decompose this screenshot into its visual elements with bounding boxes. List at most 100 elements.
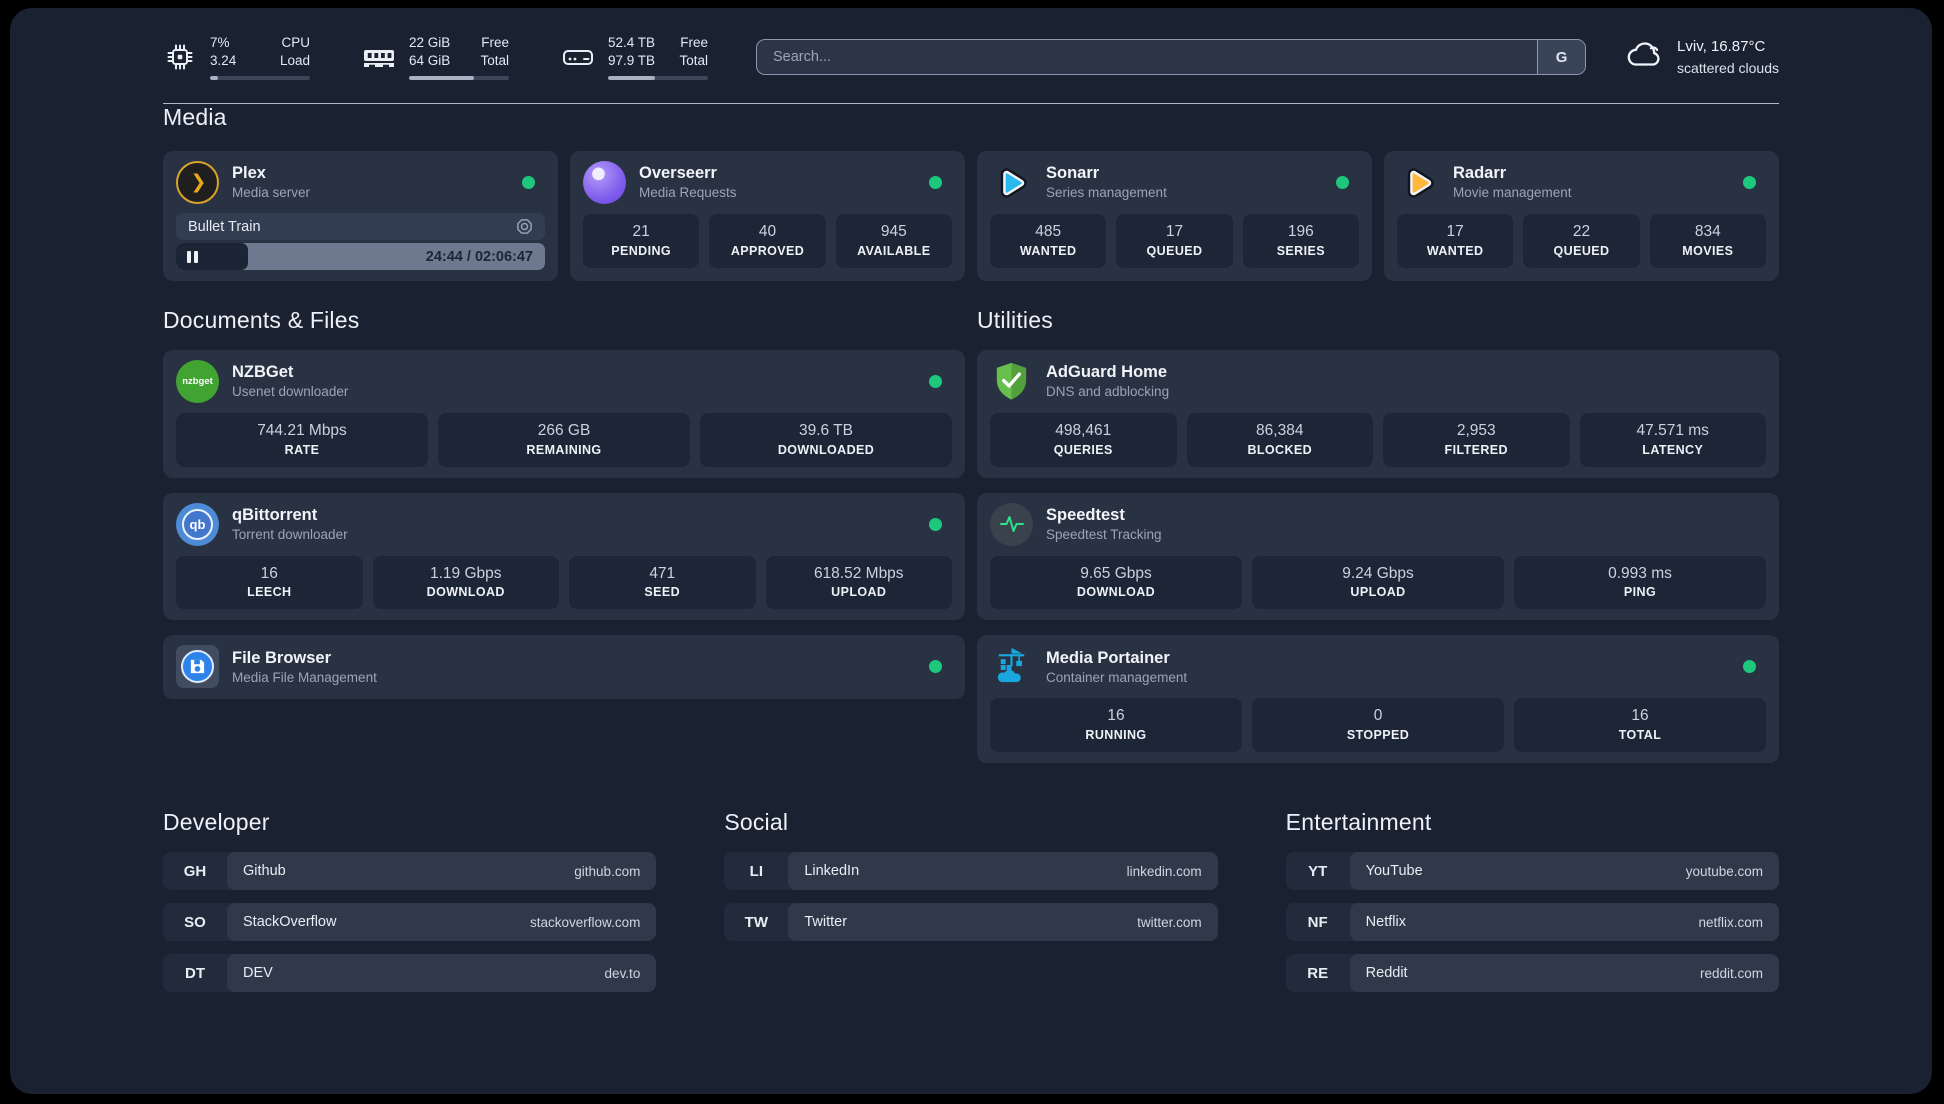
cpu-label: CPU xyxy=(281,35,310,50)
stat-latency: 47.571 ms LATENCY xyxy=(1579,413,1766,467)
playback-time: 24:44 / 02:06:47 xyxy=(425,248,533,265)
app-description: Container management xyxy=(1046,669,1188,685)
stat-leech: 16 LEECH xyxy=(176,555,363,610)
app-description: Media Requests xyxy=(639,185,737,201)
link-dev-to[interactable]: DT DEV dev.to xyxy=(163,954,657,992)
stat-upload: 618.52 Mbps UPLOAD xyxy=(765,555,952,610)
stat-wanted: 485 WANTED xyxy=(990,214,1107,268)
now-playing-title: Bullet Train xyxy=(188,218,261,235)
link-url: netflix.com xyxy=(1698,914,1763,930)
system-metrics: 7% 3.24 CPU Load 22 GiB 64 GiB Free Tota… xyxy=(163,34,708,81)
stat-stopped: 0 STOPPED xyxy=(1252,698,1504,752)
status-online-dot xyxy=(929,375,942,389)
app-card-radarr[interactable]: Radarr Movie management 17 WANTED 22 QUE… xyxy=(1384,151,1779,282)
weather-location-temp: Lviv, 16.87°C xyxy=(1677,38,1766,56)
disk-free-value: 52.4 TB xyxy=(608,35,656,50)
status-online-dot xyxy=(1336,176,1349,190)
disk-progress-bar xyxy=(608,75,708,81)
app-card-portainer[interactable]: Media Portainer Container management 16 … xyxy=(977,635,1779,763)
link-abbr-badge: DT xyxy=(185,964,205,982)
stat-pending: 21 PENDING xyxy=(583,214,700,268)
stat-series: 196 SERIES xyxy=(1242,214,1359,268)
filebrowser-icon xyxy=(176,645,219,689)
app-card-qbittorrent[interactable]: qb qBittorrent Torrent downloader 16 LEE… xyxy=(163,492,965,621)
section-title-entertainment: Entertainment xyxy=(1285,809,1432,835)
stat-download: 9.65 Gbps DOWNLOAD xyxy=(990,555,1242,610)
link-netflix[interactable]: NF Netflix netflix.com xyxy=(1285,903,1779,941)
app-name: File Browser xyxy=(232,648,332,667)
stat-download: 1.19 Gbps DOWNLOAD xyxy=(372,555,559,610)
link-abbr-badge: SO xyxy=(184,913,206,931)
stat-downloaded: 39.6 TB DOWNLOADED xyxy=(700,413,952,467)
app-description: Movie management xyxy=(1453,185,1572,201)
link-abbr-badge: YT xyxy=(1308,862,1328,880)
media-card-grid: ❯ Plex Media server Bullet Train 24:44 /… xyxy=(163,151,1779,282)
link-linkedin[interactable]: LI LinkedIn linkedin.com xyxy=(724,852,1218,890)
app-card-filebrowser[interactable]: File Browser Media File Management xyxy=(163,635,965,700)
adguard-icon xyxy=(990,360,1033,403)
metric-memory: 22 GiB 64 GiB Free Total xyxy=(362,34,509,81)
app-description: Series management xyxy=(1046,185,1167,201)
status-online-dot xyxy=(929,660,942,674)
link-url: linkedin.com xyxy=(1126,863,1202,879)
link-twitter[interactable]: TW Twitter twitter.com xyxy=(724,903,1218,941)
app-name: Plex xyxy=(232,164,266,183)
link-url: dev.to xyxy=(604,965,641,981)
link-github[interactable]: GH Github github.com xyxy=(163,852,657,890)
memory-progress-fill xyxy=(409,75,474,81)
app-card-adguard[interactable]: AdGuard Home DNS and adblocking 498,461 … xyxy=(977,350,1779,478)
stat-queued: 17 QUEUED xyxy=(1116,214,1233,268)
app-name: qBittorrent xyxy=(232,505,318,524)
app-name: Speedtest xyxy=(1046,505,1125,524)
memory-total-label: Total xyxy=(480,52,509,68)
status-online-dot xyxy=(1743,660,1756,674)
top-bar: 7% 3.24 CPU Load 22 GiB 64 GiB Free Tota… xyxy=(163,34,1779,81)
link-name: DEV xyxy=(243,965,273,981)
app-card-overseerr[interactable]: Overseerr Media Requests 21 PENDING 40 A… xyxy=(570,151,965,282)
stat-ping: 0.993 ms PING xyxy=(1514,555,1766,610)
disk-icon xyxy=(561,42,595,72)
link-reddit[interactable]: RE Reddit reddit.com xyxy=(1285,954,1779,992)
header-divider xyxy=(163,103,1779,105)
stat-wanted: 17 WANTED xyxy=(1397,214,1514,268)
link-abbr-badge: RE xyxy=(1307,964,1329,982)
stat-blocked: 86,384 BLOCKED xyxy=(1186,413,1373,467)
overseerr-icon xyxy=(583,161,626,205)
app-name: Radarr xyxy=(1453,164,1507,183)
section-title-documents: Documents & Files xyxy=(163,307,360,334)
app-card-nzbget[interactable]: nzbget NZBGet Usenet downloader 744.21 M… xyxy=(163,350,965,478)
status-online-dot xyxy=(929,176,942,190)
link-name: YouTube xyxy=(1365,863,1423,879)
disk-free-label: Free xyxy=(680,35,708,50)
link-stackoverflow[interactable]: SO StackOverflow stackoverflow.com xyxy=(163,903,657,941)
metric-disk: 52.4 TB 97.9 TB Free Total xyxy=(561,34,708,81)
app-card-sonarr[interactable]: Sonarr Series management 485 WANTED 17 Q… xyxy=(977,151,1372,282)
link-youtube[interactable]: YT YouTube youtube.com xyxy=(1285,852,1779,890)
cpu-usage-percent: 7% xyxy=(210,35,230,50)
app-description: Media server xyxy=(232,185,311,201)
status-online-dot xyxy=(929,517,942,531)
memory-free-value: 22 GiB xyxy=(409,35,451,50)
cpu-load-value: 3.24 xyxy=(210,52,237,68)
stat-available: 945 AVAILABLE xyxy=(835,214,952,268)
section-title-utilities: Utilities xyxy=(977,307,1053,334)
search-engine-button[interactable]: G xyxy=(1537,40,1586,75)
app-card-plex[interactable]: ❯ Plex Media server Bullet Train 24:44 /… xyxy=(163,151,558,282)
app-name: Media Portainer xyxy=(1046,648,1170,667)
pause-icon xyxy=(187,250,198,263)
link-url: github.com xyxy=(574,863,641,879)
weather-condition: scattered clouds xyxy=(1677,59,1779,76)
link-abbr-badge: GH xyxy=(183,862,207,880)
cpu-icon xyxy=(163,42,197,72)
app-name: Sonarr xyxy=(1046,164,1100,183)
search-input[interactable] xyxy=(757,40,1538,75)
dashboard: 7% 3.24 CPU Load 22 GiB 64 GiB Free Tota… xyxy=(10,8,1932,1094)
app-description: Usenet downloader xyxy=(232,384,349,400)
link-name: Reddit xyxy=(1365,965,1408,981)
link-url: youtube.com xyxy=(1685,863,1763,879)
player-settings-icon[interactable] xyxy=(516,218,533,235)
playback-progress-fill xyxy=(176,243,248,271)
app-card-speedtest[interactable]: Speedtest Speedtest Tracking 9.65 Gbps D… xyxy=(977,492,1779,621)
plex-icon: ❯ xyxy=(176,161,219,205)
sonarr-icon xyxy=(990,161,1033,204)
